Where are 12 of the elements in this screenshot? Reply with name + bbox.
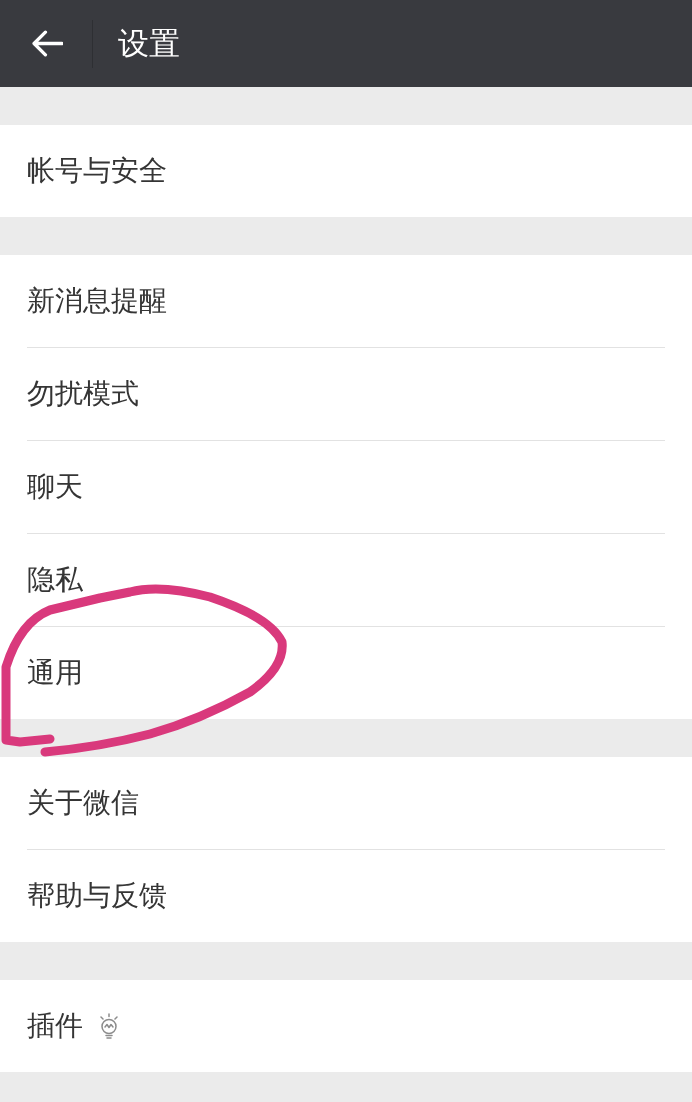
page-title: 设置 (118, 24, 180, 63)
settings-item[interactable]: 帐号与安全 (0, 125, 692, 217)
settings-item[interactable]: 关于微信 (0, 757, 692, 849)
back-icon[interactable] (32, 30, 63, 57)
lightbulb-icon (98, 1013, 120, 1039)
settings-item[interactable]: 帮助与反馈 (0, 850, 692, 942)
settings-item[interactable]: 勿扰模式 (0, 348, 692, 440)
settings-item[interactable]: 通用 (0, 627, 692, 719)
settings-item[interactable]: 隐私 (0, 534, 692, 626)
settings-item[interactable]: 新消息提醒 (0, 255, 692, 347)
settings-item[interactable]: 聊天 (0, 441, 692, 533)
settings-item[interactable]: 插件 (0, 980, 692, 1072)
